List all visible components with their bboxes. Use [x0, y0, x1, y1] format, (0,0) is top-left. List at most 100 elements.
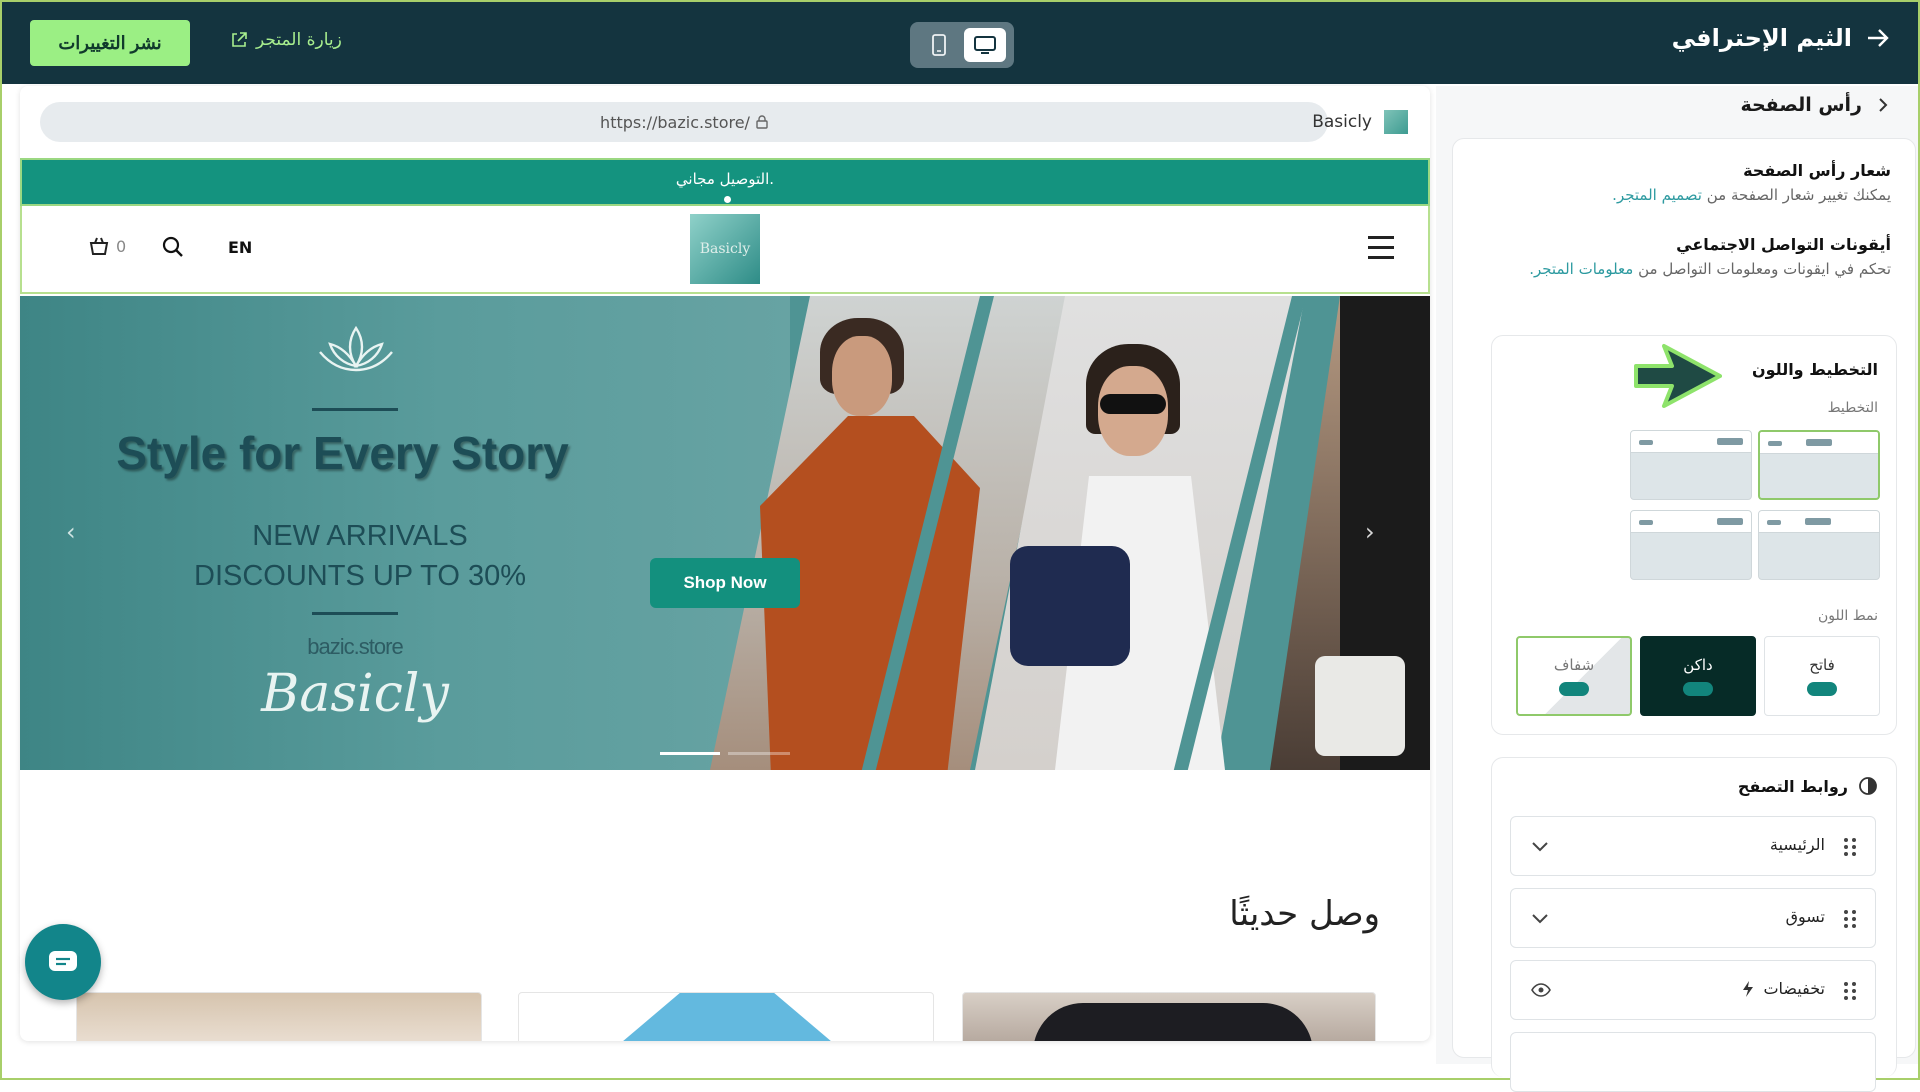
nav-links-header: روابط التصفح [1738, 776, 1878, 796]
lock-icon [756, 115, 768, 129]
nav-item-label: تخفيضات [1739, 979, 1825, 998]
store-logo-text: Basicly [699, 241, 751, 257]
layout-option-2[interactable] [1630, 430, 1752, 500]
slide-indicator[interactable] [660, 752, 790, 755]
eye-icon[interactable] [1531, 983, 1551, 997]
logo-section-desc: يمكنك تغيير شعار الصفحة من تصميم المتجر. [1471, 180, 1891, 210]
shopping-bag-icon [89, 237, 109, 255]
color-option-transparent[interactable]: شفاف [1516, 636, 1632, 716]
chevron-right-icon [1879, 98, 1888, 112]
settings-panel: رأس الصفحة شعار رأس الصفحة يمكنك تغيير ش… [1436, 86, 1918, 1092]
site-identity: Basicly [1312, 110, 1408, 134]
visit-store-link[interactable]: زيارة المتجر [230, 30, 342, 50]
chevron-right-icon[interactable]: › [1365, 518, 1375, 546]
store-preview: https://bazic.store/ Basicly التوصيل مجا… [20, 86, 1430, 1041]
layout-option-1[interactable] [1758, 430, 1880, 500]
lotus-icon [319, 325, 393, 372]
logo-section-desc-text: يمكنك تغيير شعار الصفحة من [1706, 186, 1891, 204]
toggle-pill [1559, 682, 1589, 696]
layout-color-card: التخطيط واللون التخطيط نمط اللون فاتح دا… [1491, 335, 1897, 735]
store-logo[interactable]: Basicly [690, 214, 760, 284]
publish-changes-button[interactable]: نشر التغييرات [30, 20, 190, 66]
language-switch[interactable]: EN [228, 238, 252, 257]
cart-count: 0 [116, 236, 127, 256]
url-bar[interactable]: https://bazic.store/ [40, 102, 1328, 142]
menu-icon[interactable] [1368, 236, 1394, 266]
color-option-transparent-label: شفاف [1553, 656, 1595, 674]
color-option-light-label: فاتح [1809, 656, 1835, 674]
slide-indicator-inactive [728, 752, 790, 755]
color-option-dark[interactable]: داكن [1640, 636, 1756, 716]
desktop-view-button[interactable] [964, 28, 1006, 62]
desktop-icon [974, 36, 996, 54]
top-bar: نشر التغييرات زيارة المتجر الثيم الإحترا… [2, 2, 1918, 84]
hero-divider-top [312, 408, 398, 411]
announcement-dot [724, 196, 731, 203]
header-settings-card: شعار رأس الصفحة يمكنك تغيير شعار الصفحة … [1452, 138, 1916, 1092]
hero-model-3-handbag [1315, 656, 1405, 756]
hero-model-2-handbag [1010, 546, 1130, 666]
nav-item-shop[interactable]: تسوق [1510, 888, 1876, 948]
nav-item-label: الرئيسية [1769, 835, 1825, 854]
logo-section-title: شعار رأس الصفحة [1743, 161, 1891, 180]
chevron-left-icon[interactable]: ‹ [66, 518, 76, 546]
layout-option-4[interactable] [1630, 510, 1752, 580]
social-section: أيقونات التواصل الاجتماعي تحكم في ايقونا… [1471, 235, 1891, 284]
device-toggle [910, 22, 1014, 68]
hero-divider-bottom [312, 612, 398, 615]
nav-item-next[interactable] [1510, 1032, 1876, 1092]
nav-links-title: روابط التصفح [1737, 776, 1848, 796]
chevron-down-icon[interactable] [1531, 913, 1549, 925]
mobile-view-button[interactable] [918, 28, 960, 62]
drag-handle-icon[interactable] [1843, 981, 1857, 1001]
social-section-title: أيقونات التواصل الاجتماعي [1676, 235, 1891, 254]
shop-now-button[interactable]: Shop Now [650, 558, 800, 608]
hero-banner: Style for Every Story NEW ARRIVALS DISCO… [20, 296, 1430, 770]
hero-title: Style for Every Story [116, 427, 569, 479]
color-option-light[interactable]: فاتح [1764, 636, 1880, 716]
product-shirt [609, 993, 845, 1041]
external-link-icon [232, 32, 247, 47]
store-info-link[interactable]: معلومات المتجر. [1529, 260, 1633, 278]
mobile-icon [932, 34, 946, 56]
social-section-desc-text: تحكم في ايقونات ومعلومات التواصل من [1638, 260, 1891, 278]
store-design-link[interactable]: تصميم المتجر. [1612, 186, 1702, 204]
hero-subtitle-line-1: NEW ARRIVALS [252, 520, 468, 552]
social-section-desc: تحكم في ايقونات ومعلومات التواصل من معلو… [1471, 254, 1891, 284]
site-name-label: Basicly [1312, 112, 1372, 132]
hero-model-2-sunglasses [1100, 394, 1166, 414]
chat-button[interactable] [25, 924, 101, 1000]
announcement-bar[interactable]: التوصيل مجاني. [20, 158, 1430, 206]
nav-links-card: روابط التصفح الرئيسية تسوق تخفيضات [1491, 757, 1897, 1092]
panel-header[interactable]: رأس الصفحة [1740, 94, 1888, 116]
drag-handle-icon[interactable] [1843, 837, 1857, 857]
theme-title-label: الثيم الإحترافي [1671, 24, 1852, 52]
url-text: https://bazic.store/ [600, 112, 750, 132]
chevron-down-icon[interactable] [1531, 841, 1549, 853]
search-icon[interactable] [162, 236, 184, 258]
nav-item-sales[interactable]: تخفيضات [1510, 960, 1876, 1020]
arrow-back-icon[interactable] [1866, 27, 1890, 49]
hero-subtitle: NEW ARRIVALS DISCOUNTS UP TO 30% [80, 516, 640, 596]
drag-handle-icon[interactable] [1843, 909, 1857, 929]
layout-option-3[interactable] [1758, 510, 1880, 580]
color-option-dark-label: داكن [1683, 656, 1713, 674]
panel-header-label: رأس الصفحة [1740, 94, 1862, 116]
product-card[interactable] [76, 992, 482, 1041]
sparkle-icon [1743, 980, 1754, 997]
hero-model-1-face [832, 336, 892, 416]
theme-title: الثيم الإحترافي [1672, 24, 1890, 52]
product-card[interactable] [518, 992, 934, 1041]
cart-button[interactable]: 0 [88, 236, 126, 256]
hero-subtitle-line-2: DISCOUNTS UP TO 30% [194, 560, 526, 592]
color-mode-label: نمط اللون [1817, 608, 1878, 624]
site-header[interactable]: 0 EN Basicly [20, 206, 1430, 294]
nav-item-home[interactable]: الرئيسية [1510, 816, 1876, 876]
chat-icon [49, 951, 77, 971]
half-circle-icon [1859, 777, 1877, 795]
nav-item-label-text: تخفيضات [1763, 979, 1825, 998]
toggle-pill [1807, 682, 1837, 696]
product-card[interactable] [962, 992, 1376, 1041]
new-arrivals-title: وصل حديثًا [1229, 894, 1380, 934]
pointer-arrow-icon [1634, 344, 1722, 408]
